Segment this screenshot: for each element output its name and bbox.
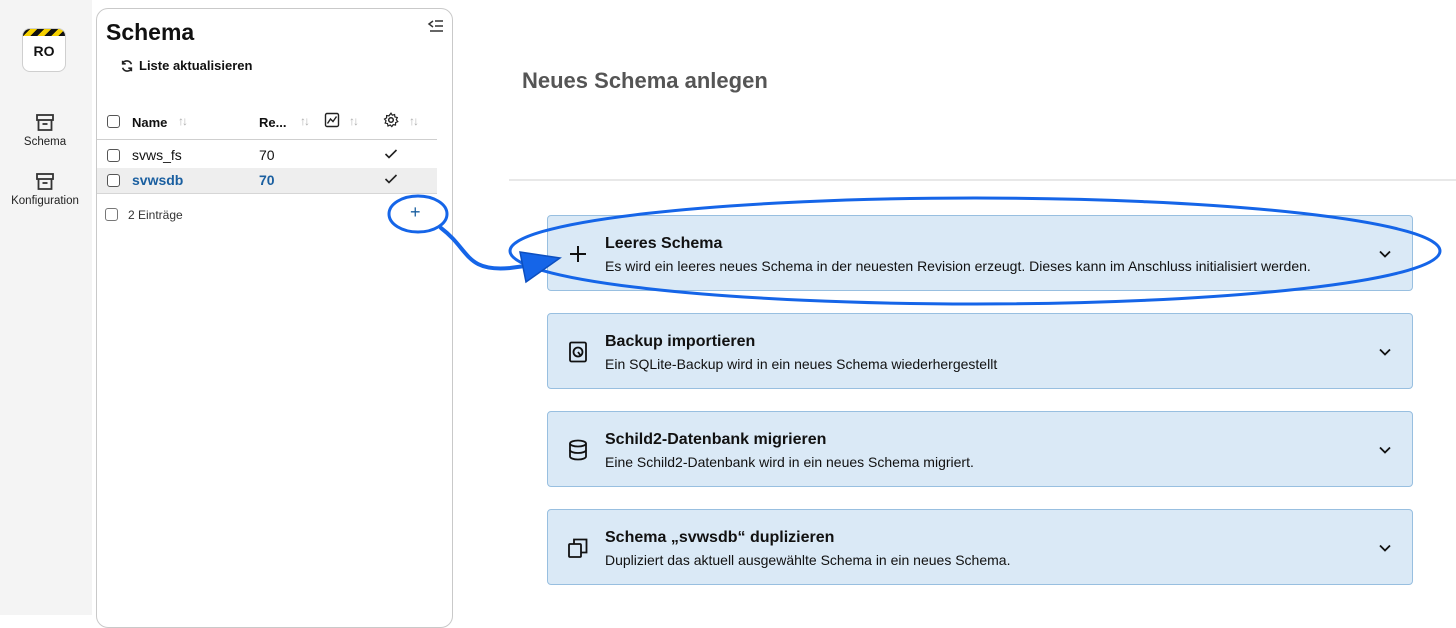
chevron-down-icon[interactable]	[1378, 443, 1392, 457]
card-description: Eine Schild2-Datenbank wird in ein neues…	[605, 454, 974, 470]
check-icon	[384, 174, 398, 184]
card-description: Ein SQLite-Backup wird in ein neues Sche…	[605, 356, 998, 372]
panel-title: Schema	[106, 19, 195, 45]
rail-item-label: Schema	[23, 136, 67, 148]
schema-panel: Schema Liste aktualisieren Name ↑↓ Re...…	[96, 8, 453, 628]
check-icon	[384, 149, 398, 159]
footer-checkbox[interactable]	[105, 208, 118, 221]
chevron-down-icon[interactable]	[1378, 541, 1392, 555]
gear-icon	[383, 112, 399, 128]
readonly-badge-label: RO	[33, 43, 55, 59]
schema-name: svwsdb	[132, 172, 184, 188]
annotation-arrow	[439, 226, 542, 271]
card-title: Leeres Schema	[605, 235, 723, 252]
table-row-selected[interactable]: svwsdb 70	[97, 168, 437, 194]
archive-icon	[36, 173, 54, 190]
row-checkbox[interactable]	[107, 174, 120, 187]
sort-icon[interactable]: ↑↓	[178, 114, 188, 128]
refresh-button[interactable]: Liste aktualisieren	[120, 58, 252, 73]
card-description: Dupliziert das aktuell ausgewählte Schem…	[605, 552, 1011, 568]
refresh-label: Liste aktualisieren	[139, 58, 253, 73]
card-description: Es wird ein leeres neues Schema in der n…	[605, 258, 1311, 274]
column-header-revision[interactable]: Re...	[259, 115, 286, 130]
card-backup-importieren[interactable]: Backup importieren Ein SQLite-Backup wir…	[547, 313, 1413, 389]
entry-count: 2 Einträge	[128, 208, 183, 222]
rail-item-label: Konfiguration	[11, 195, 79, 207]
divider	[509, 179, 1456, 181]
chevron-down-icon[interactable]	[1378, 345, 1392, 359]
rail-item-schema[interactable]: Schema	[0, 113, 90, 148]
row-checkbox[interactable]	[107, 149, 120, 162]
app-rail: RO Schema Konfiguration	[0, 0, 92, 615]
sort-icon[interactable]: ↑↓	[300, 114, 310, 128]
card-schema-duplizieren[interactable]: Schema „svwsdb“ duplizieren Dupliziert d…	[547, 509, 1413, 585]
card-title: Schema „svwsdb“ duplizieren	[605, 529, 835, 546]
table-footer: 2 Einträge	[97, 204, 437, 226]
card-schild2-migrieren[interactable]: Schild2-Datenbank migrieren Eine Schild2…	[547, 411, 1413, 487]
table-header: Name ↑↓ Re... ↑↓ ↑↓ ↑↓	[97, 107, 437, 140]
schema-revision: 70	[259, 147, 275, 163]
collapse-sidebar-icon[interactable]	[427, 18, 445, 34]
sort-icon[interactable]: ↑↓	[409, 114, 419, 128]
plus-icon	[570, 246, 586, 262]
chevron-down-icon[interactable]	[1378, 247, 1392, 261]
table-row[interactable]: svws_fs 70	[97, 143, 437, 169]
card-title: Schild2-Datenbank migrieren	[605, 431, 827, 448]
database-icon	[569, 439, 587, 461]
readonly-badge[interactable]: RO	[22, 28, 66, 72]
page-title: Neues Schema anlegen	[522, 68, 768, 93]
schema-name: svws_fs	[132, 147, 182, 163]
chart-image-icon	[324, 112, 340, 128]
rail-item-konfiguration[interactable]: Konfiguration	[0, 172, 90, 207]
card-leeres-schema[interactable]: Leeres Schema Es wird ein leeres neues S…	[547, 215, 1413, 291]
sort-icon[interactable]: ↑↓	[349, 114, 359, 128]
schema-revision: 70	[259, 172, 275, 188]
select-all-checkbox[interactable]	[107, 115, 120, 128]
card-title: Backup importieren	[605, 333, 756, 350]
archive-icon	[36, 114, 54, 131]
warning-stripes	[23, 29, 65, 36]
column-header-name[interactable]: Name	[132, 115, 167, 130]
add-schema-button[interactable]: +	[410, 203, 421, 221]
copy-icon	[568, 538, 588, 558]
refresh-icon	[121, 59, 133, 72]
backup-file-icon	[569, 341, 587, 363]
